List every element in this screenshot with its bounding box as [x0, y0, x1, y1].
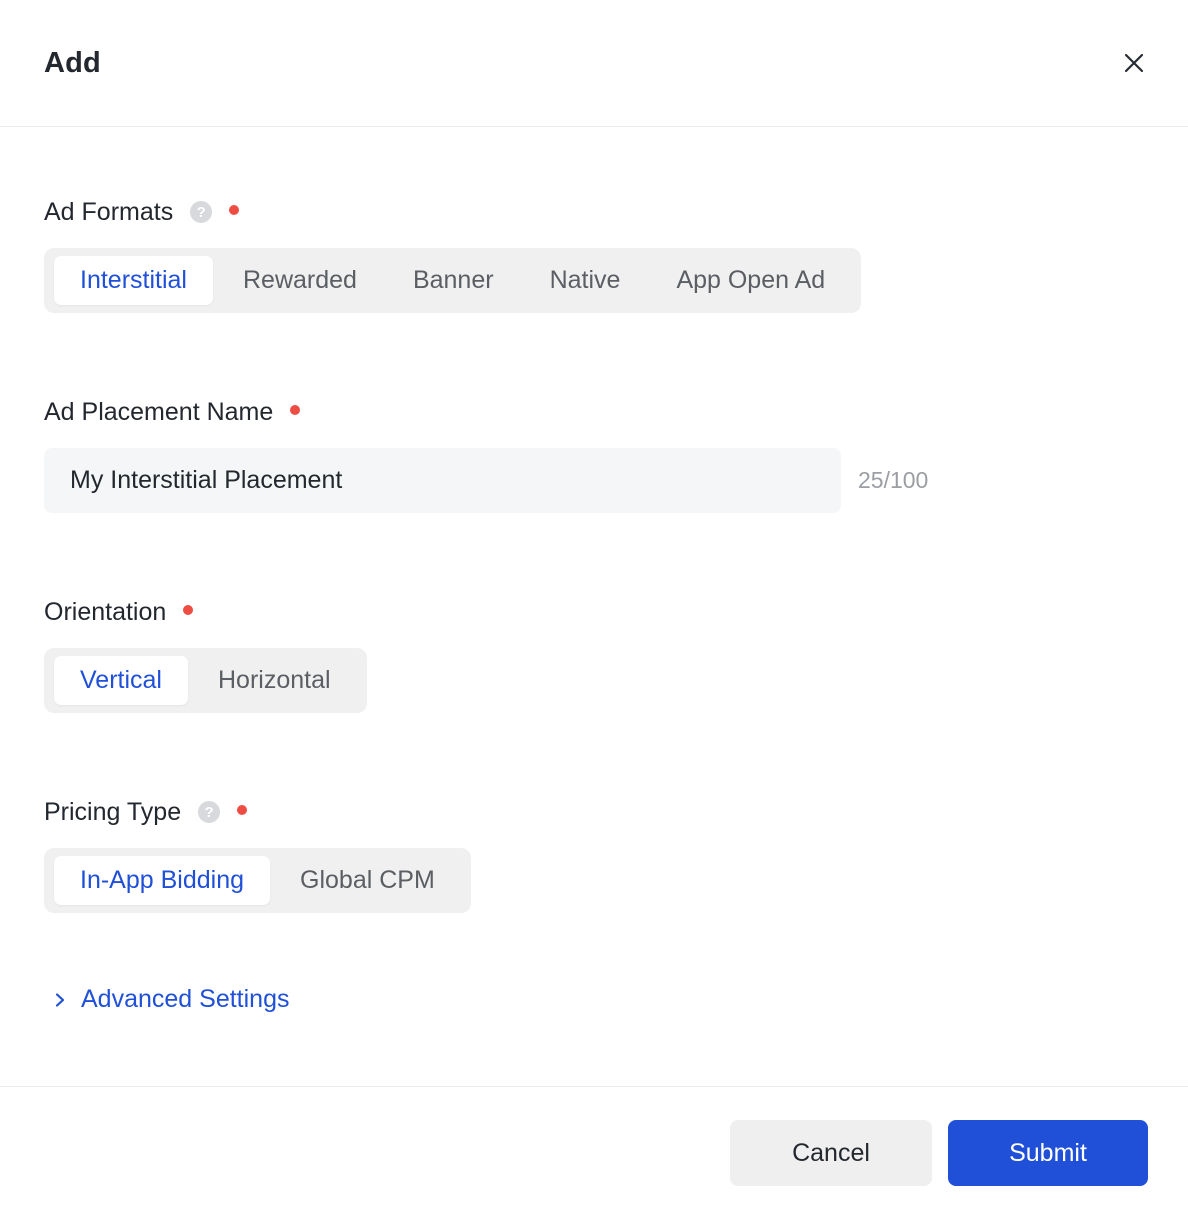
- required-dot: [290, 405, 301, 415]
- dialog-title: Add: [44, 46, 101, 79]
- pricing-type-option-in-app-bidding[interactable]: In-App Bidding: [54, 856, 271, 905]
- ad-format-option-banner[interactable]: Banner: [387, 256, 520, 305]
- cancel-button[interactable]: Cancel: [730, 1120, 932, 1186]
- pricing-type-option-global-cpm[interactable]: Global CPM: [274, 856, 461, 905]
- chevron-right-icon: [55, 992, 65, 1007]
- ad-formats-field: Ad Formats ? Interstitial Rewarded Banner N…: [44, 197, 1148, 313]
- ad-placement-name-field: Ad Placement Name 25/100: [44, 397, 1148, 513]
- advanced-settings-label: Advanced Settings: [81, 985, 290, 1013]
- ad-format-option-app-open-ad[interactable]: App Open Ad: [650, 256, 851, 305]
- help-icon[interactable]: ?: [190, 201, 213, 223]
- close-icon: [1124, 53, 1144, 73]
- required-dot: [237, 805, 248, 815]
- required-dot: [183, 605, 194, 615]
- pricing-type-field: Pricing Type ? In-App Bidding Global CPM: [44, 797, 1148, 913]
- orientation-label: Orientation: [44, 597, 167, 626]
- pricing-type-label-row: Pricing Type ?: [44, 797, 1148, 827]
- dialog-body: Ad Formats ? Interstitial Rewarded Banner N…: [0, 127, 1188, 1086]
- ad-placement-name-label: Ad Placement Name: [44, 397, 274, 426]
- close-button[interactable]: [1120, 49, 1148, 77]
- ad-placement-name-input[interactable]: [44, 448, 841, 513]
- pricing-type-label: Pricing Type: [44, 797, 182, 826]
- required-dot: [229, 205, 240, 215]
- dialog-header: Add: [0, 0, 1188, 127]
- orientation-option-horizontal[interactable]: Horizontal: [192, 656, 357, 705]
- dialog-footer: Cancel Submit: [0, 1086, 1188, 1212]
- char-counter: 25/100: [858, 467, 929, 493]
- advanced-settings-toggle[interactable]: Advanced Settings: [44, 985, 289, 1014]
- ad-format-option-interstitial[interactable]: Interstitial: [54, 256, 213, 305]
- ad-placement-name-label-row: Ad Placement Name: [44, 397, 1148, 427]
- ad-placement-name-input-row: 25/100: [44, 448, 1148, 513]
- ad-format-option-native[interactable]: Native: [524, 256, 647, 305]
- orientation-field: Orientation Vertical Horizontal: [44, 597, 1148, 713]
- orientation-label-row: Orientation: [44, 597, 1148, 627]
- help-icon[interactable]: ?: [198, 801, 221, 823]
- ad-formats-segmented-control: Interstitial Rewarded Banner Native App Open…: [44, 248, 862, 313]
- submit-button[interactable]: Submit: [948, 1120, 1148, 1186]
- ad-formats-label: Ad Formats: [44, 197, 174, 226]
- orientation-option-vertical[interactable]: Vertical: [54, 656, 188, 705]
- orientation-segmented-control: Vertical Horizontal: [44, 648, 367, 713]
- pricing-type-segmented-control: In-App Bidding Global CPM: [44, 848, 471, 913]
- ad-format-option-rewarded[interactable]: Rewarded: [217, 256, 383, 305]
- ad-formats-label-row: Ad Formats ?: [44, 197, 1148, 227]
